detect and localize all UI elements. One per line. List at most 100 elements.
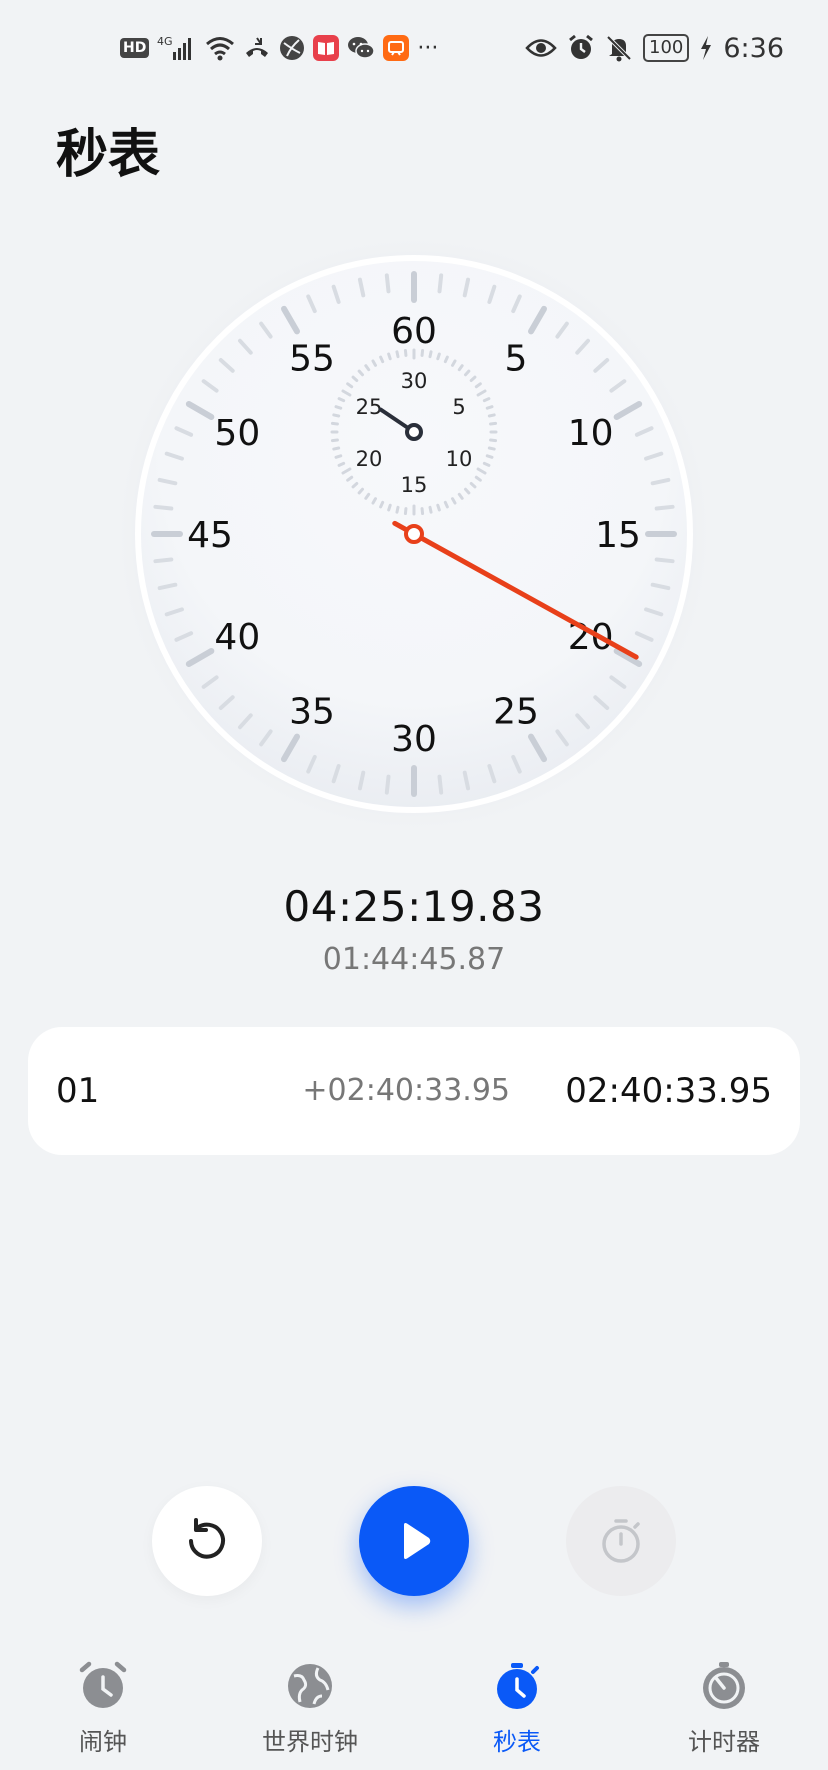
play-icon [404,1523,431,1559]
minor-tick [153,504,174,511]
subdial-label: 30 [401,369,428,393]
status-bar: HD 4G ··· 100 6:36 [0,0,828,96]
wechat-icon [347,35,376,61]
call-icon [243,35,271,61]
dial-label: 15 [595,515,641,556]
elapsed-time: 04:25:19.83 [283,882,545,931]
minor-tick [153,557,174,564]
tab-timer[interactable]: 计时器 [634,1658,814,1757]
subdial-tick [395,505,400,514]
subdial-label: 10 [446,447,473,471]
subdial-tick [395,350,400,359]
tab-world-clock[interactable]: 世界时钟 [220,1658,400,1757]
lap-split: +02:40:33.95 [302,1073,510,1108]
subdial-pivot [405,423,423,441]
subdial-tick [443,355,449,364]
tab-alarm[interactable]: 闹钟 [13,1658,193,1757]
status-left: HD 4G ··· [120,30,438,66]
status-right: 100 6:36 [525,30,784,66]
subdial-tick [485,405,494,410]
subdial-tick [330,421,339,426]
battery-icon: 100 [643,34,690,62]
lap-list: 01 +02:40:33.95 02:40:33.95 [28,1027,800,1155]
clock-time: 6:36 [723,32,784,64]
bottom-tab-bar: 闹钟 世界时钟 秒表 计时器 [0,1640,828,1770]
dial-pivot [404,524,424,544]
lap-index: 01 [56,1071,100,1111]
svg-text:4G: 4G [157,35,173,48]
taobao-icon [383,35,410,61]
tab-label: 闹钟 [79,1728,127,1756]
browser-icon [279,35,305,61]
reader-app-icon [313,35,340,61]
reset-icon [189,1518,225,1559]
subdial-label: 15 [401,473,428,497]
alarm-status-icon [567,34,595,62]
minor-tick [654,557,675,564]
stopwatch-icon [489,1658,545,1714]
hd-icon: HD [120,38,150,58]
subdial-tick [330,438,339,443]
subdial-tick [379,355,385,364]
wifi-icon [205,35,235,61]
subdial-tick [420,507,425,516]
page-title: 秒表 [56,125,161,185]
dial-label: 40 [214,617,260,658]
minor-tick [437,774,444,795]
subdial-tick [387,352,392,361]
minor-tick [654,504,675,511]
subdial-tick [379,500,385,509]
dial-label: 10 [568,413,614,454]
lap-button[interactable] [566,1486,676,1596]
subdial-tick [387,503,392,512]
mute-icon [605,34,633,62]
dial-label: 30 [391,719,437,760]
minor-tick [384,273,391,294]
subdial-tick [428,505,433,514]
subdial-tick [436,503,441,512]
dial-label: 25 [493,692,539,733]
timer-icon [696,1658,752,1714]
subdial-tick [332,446,341,451]
dial-face: 60510152025303540455055 30510152025 [114,234,714,834]
alarm-clock-icon [75,1658,131,1714]
subdial-tick [403,507,408,516]
subdial-tick [334,454,343,459]
subdial-tick [482,461,491,467]
dial-label: 5 [505,338,528,379]
dial-label: 50 [214,413,260,454]
subdial-tick [428,350,433,359]
reset-button[interactable] [152,1486,262,1596]
subdial-tick [489,421,498,426]
globe-icon [282,1658,338,1714]
lap-total: 02:40:33.95 [565,1071,772,1111]
subdial-tick [334,405,343,410]
subdial-tick [489,438,498,443]
subdial-tick [436,352,441,361]
subdial-tick [482,397,491,403]
subdial-label: 25 [356,395,383,419]
tab-stopwatch[interactable]: 秒表 [427,1658,607,1757]
subdial-label: 20 [356,447,383,471]
subdial-tick [485,454,494,459]
subdial-tick [487,446,496,451]
subdial-tick [337,461,346,467]
tab-label: 秒表 [493,1728,541,1756]
subdial-tick [443,500,449,509]
dial-label: 60 [391,311,437,352]
minor-tick [437,273,444,294]
more-icon: ··· [417,35,439,61]
minor-tick [384,774,391,795]
stopwatch-dial: 60 5 10 15 20 25 30 35 40 45 50 55 30 5 10 15 20 25 [0,200,828,860]
subdial-tick [332,413,341,418]
start-button[interactable] [359,1486,469,1596]
subdial-tick [487,413,496,418]
current-lap-time: 01:44:45.87 [322,942,506,977]
stopwatch-icon [602,1519,640,1563]
eye-icon [525,37,557,59]
dial-label: 45 [187,515,233,556]
tab-label: 计时器 [688,1728,760,1756]
dial-label: 55 [289,338,335,379]
tab-label: 世界时钟 [262,1728,358,1756]
subdial-tick [337,397,346,403]
